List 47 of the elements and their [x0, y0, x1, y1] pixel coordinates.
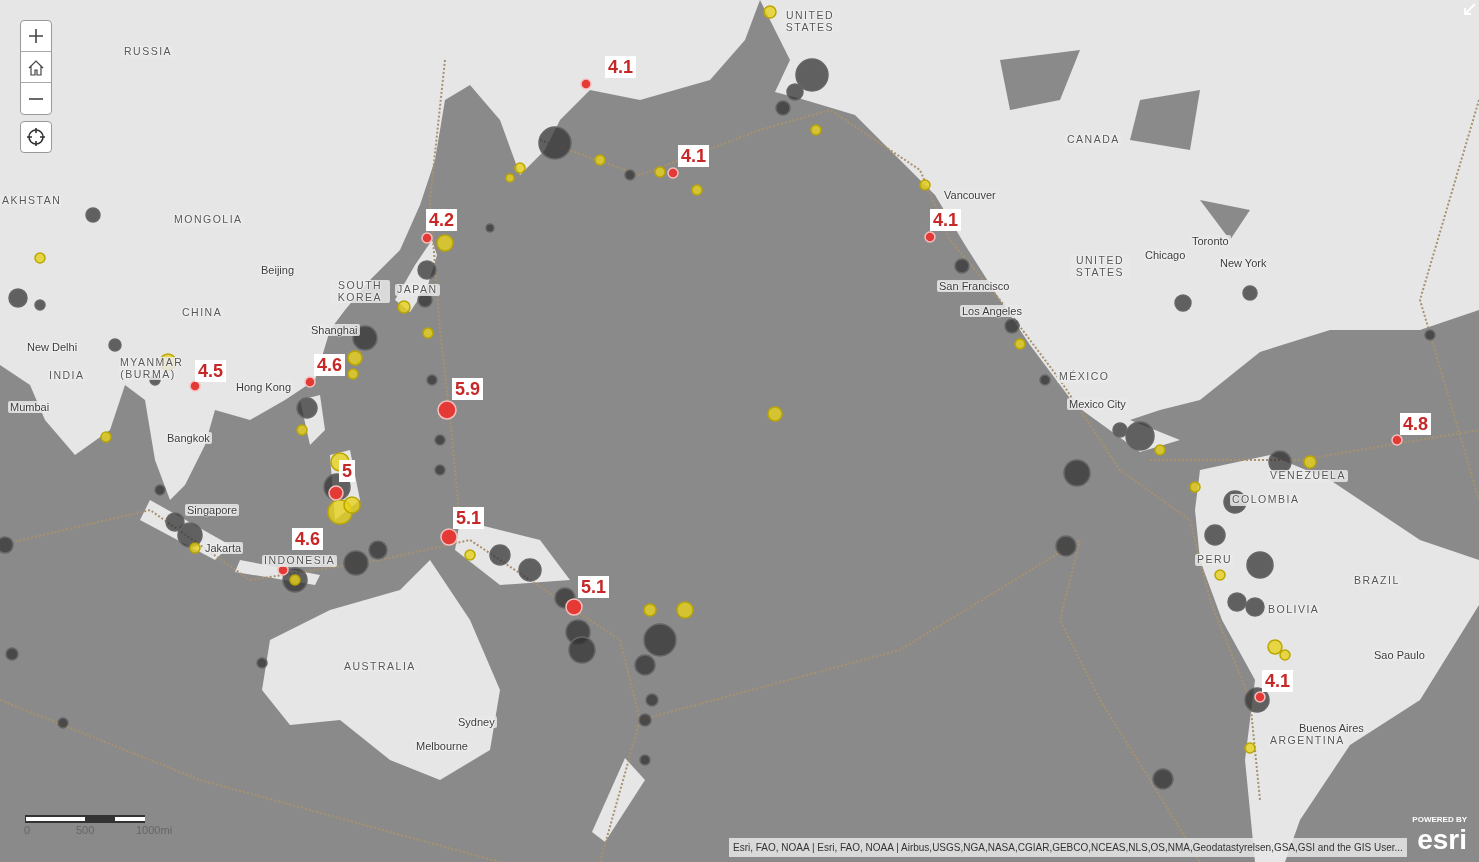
place-label: VENEZUELA — [1268, 470, 1348, 482]
place-label: New York — [1218, 257, 1269, 270]
plus-icon — [28, 28, 44, 44]
place-label: New Delhi — [25, 341, 80, 354]
place-label: Sydney — [456, 716, 497, 729]
place-label: AUSTRALIA — [342, 661, 418, 673]
place-label: Mexico City — [1067, 398, 1128, 411]
magnitude-label: 5.9 — [452, 378, 484, 400]
place-label: Bangkok — [165, 432, 212, 445]
magnitude-label: 4.6 — [314, 354, 346, 376]
place-label: San Francisco — [937, 280, 1012, 293]
place-label: Singapore — [185, 504, 240, 517]
magnitude-label: 4.1 — [1262, 670, 1294, 692]
magnitude-label: 5.1 — [578, 576, 610, 598]
place-label: Mumbai — [8, 401, 52, 414]
logo-caption: POWERED BY — [1412, 816, 1467, 824]
place-label: Los Angeles — [960, 305, 1024, 318]
magnitude-label: 4.2 — [426, 209, 458, 231]
place-label: CANADA — [1065, 134, 1122, 146]
magnitude-label: 4.1 — [930, 209, 962, 231]
magnitude-label: 4.6 — [292, 528, 324, 550]
locate-button[interactable] — [20, 121, 52, 153]
place-label: Hong Kong — [234, 381, 294, 394]
expand-arrow-icon — [1463, 2, 1477, 16]
magnitude-label: 4.1 — [605, 56, 637, 78]
magnitude-label: 4.5 — [195, 360, 227, 382]
magnitude-label: 4.8 — [1400, 413, 1432, 435]
place-label: Jakarta — [203, 542, 244, 555]
place-label: INDONESIA — [262, 555, 338, 567]
home-icon — [27, 58, 45, 76]
magnitude-label: 5.1 — [453, 507, 485, 529]
crosshair-icon — [27, 128, 45, 146]
magnitude-label: 5 — [339, 460, 355, 482]
place-label: ARGENTINA — [1268, 735, 1347, 747]
magnitude-label: 4.1 — [678, 145, 710, 167]
minus-icon — [28, 97, 44, 100]
place-label: Vancouver — [942, 189, 998, 202]
attribution-text: Esri, FAO, NOAA | Esri, FAO, NOAA | Airbus,USGS,NGA,NASA,CGIAR,GEBCO,NCEAS,NLS,OS,NMA,Geodatastyrelsen,GSA,GSI and the GIS User... — [729, 838, 1407, 857]
place-label: JAPAN — [395, 284, 440, 296]
place-label: Shanghai — [309, 324, 360, 337]
place-label: Beijing — [259, 264, 297, 277]
logo-wordmark: esri — [1417, 826, 1467, 854]
place-label: Chicago — [1143, 249, 1188, 262]
place-label: Sao Paulo — [1372, 649, 1427, 662]
place-label: Melbourne — [414, 740, 470, 753]
place-label: Toronto — [1190, 235, 1231, 248]
place-label: Buenos Aires — [1297, 722, 1366, 735]
